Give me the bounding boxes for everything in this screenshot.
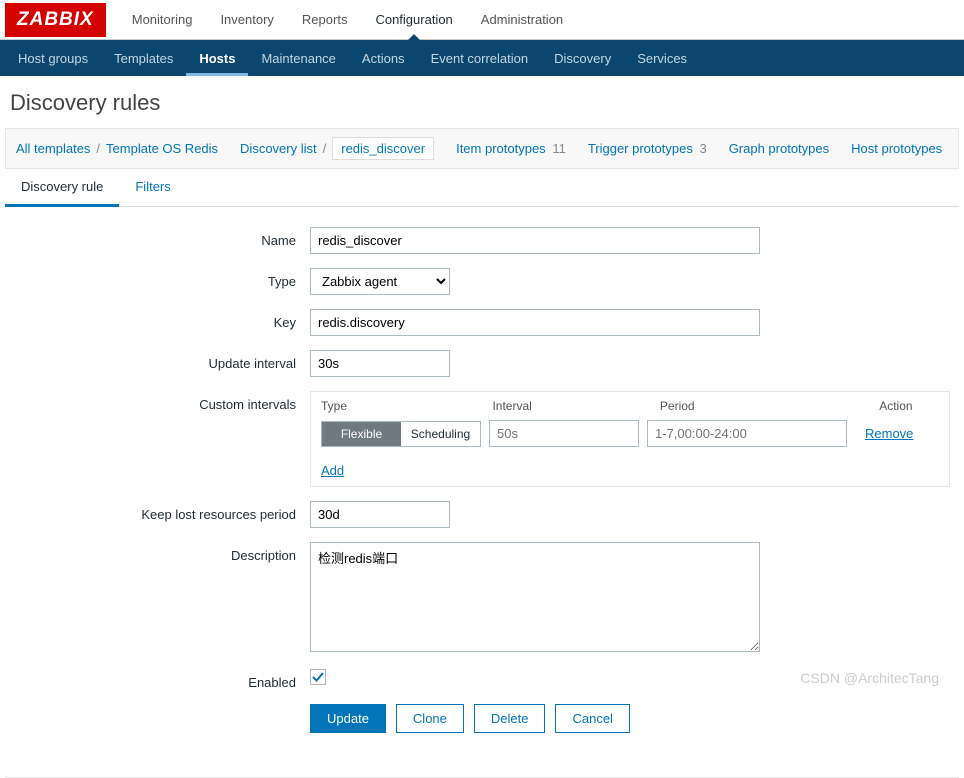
nav-inventory[interactable]: Inventory bbox=[206, 0, 287, 40]
name-input[interactable] bbox=[310, 227, 760, 254]
enabled-checkbox[interactable] bbox=[310, 669, 326, 685]
nav-reports[interactable]: Reports bbox=[288, 0, 362, 40]
label-type: Type bbox=[10, 268, 310, 289]
bc-template[interactable]: Template OS Redis bbox=[106, 141, 218, 156]
bc-host-prototypes[interactable]: Host prototypes bbox=[851, 141, 942, 156]
subnav-discovery[interactable]: Discovery bbox=[541, 40, 624, 76]
custom-intervals-table: Type Interval Period Action Flexible Sch… bbox=[310, 391, 950, 487]
subnav-actions[interactable]: Actions bbox=[349, 40, 418, 76]
update-interval-input[interactable] bbox=[310, 350, 450, 377]
add-interval-link[interactable]: Add bbox=[311, 455, 354, 486]
nav-configuration[interactable]: Configuration bbox=[361, 0, 466, 40]
bc-item-count: 11 bbox=[552, 141, 566, 156]
label-custom-intervals: Custom intervals bbox=[10, 391, 310, 412]
bc-discovery-list[interactable]: Discovery list bbox=[240, 141, 317, 156]
label-description: Description bbox=[10, 542, 310, 563]
bc-current: redis_discover bbox=[332, 137, 434, 160]
label-update-interval: Update interval bbox=[10, 350, 310, 371]
logo: ZABBIX bbox=[5, 3, 106, 37]
period-input[interactable] bbox=[647, 420, 847, 447]
page-header: Discovery rules bbox=[0, 76, 964, 128]
bc-trigger-count: 3 bbox=[699, 141, 706, 156]
subnav-eventcorrelation[interactable]: Event correlation bbox=[418, 40, 542, 76]
bc-all-templates[interactable]: All templates bbox=[16, 141, 90, 156]
bc-graph-prototypes[interactable]: Graph prototypes bbox=[729, 141, 829, 156]
keep-lost-input[interactable] bbox=[310, 501, 450, 528]
breadcrumb: All templates / Template OS Redis Discov… bbox=[5, 128, 959, 169]
remove-interval-link[interactable]: Remove bbox=[865, 426, 913, 441]
subnav-hosts[interactable]: Hosts bbox=[186, 40, 248, 76]
bc-sep: / bbox=[96, 141, 100, 156]
update-button[interactable]: Update bbox=[310, 704, 386, 733]
bc-sep: / bbox=[323, 141, 327, 156]
watermark: CSDN @ArchitecTang bbox=[800, 670, 939, 686]
top-nav: ZABBIX Monitoring Inventory Reports Conf… bbox=[0, 0, 964, 40]
sub-nav: Host groups Templates Hosts Maintenance … bbox=[0, 40, 964, 76]
ih-interval: Interval bbox=[492, 399, 659, 413]
interval-value-input[interactable] bbox=[489, 420, 639, 447]
tabs: Discovery rule Filters bbox=[5, 169, 959, 207]
label-name: Name bbox=[10, 227, 310, 248]
tab-discovery-rule[interactable]: Discovery rule bbox=[5, 169, 119, 207]
label-enabled: Enabled bbox=[10, 669, 310, 690]
subnav-templates[interactable]: Templates bbox=[101, 40, 186, 76]
ih-type: Type bbox=[321, 399, 492, 413]
bc-item-prototypes[interactable]: Item prototypes bbox=[456, 141, 546, 156]
delete-button[interactable]: Delete bbox=[474, 704, 546, 733]
subnav-maintenance[interactable]: Maintenance bbox=[248, 40, 348, 76]
form: Name Type Zabbix agent Key Update interv… bbox=[5, 207, 959, 778]
ih-period: Period bbox=[660, 399, 879, 413]
type-select[interactable]: Zabbix agent bbox=[310, 268, 450, 295]
nav-monitoring[interactable]: Monitoring bbox=[118, 0, 207, 40]
label-key: Key bbox=[10, 309, 310, 330]
page-title: Discovery rules bbox=[10, 90, 954, 116]
description-textarea[interactable]: 检测redis端口 bbox=[310, 542, 760, 652]
bc-trigger-prototypes[interactable]: Trigger prototypes bbox=[588, 141, 693, 156]
cancel-button[interactable]: Cancel bbox=[555, 704, 629, 733]
check-icon bbox=[312, 671, 324, 683]
ih-action: Action bbox=[879, 399, 939, 413]
key-input[interactable] bbox=[310, 309, 760, 336]
tab-filters[interactable]: Filters bbox=[119, 169, 186, 206]
label-keep-lost: Keep lost resources period bbox=[10, 501, 310, 522]
nav-administration[interactable]: Administration bbox=[467, 0, 577, 40]
subnav-hostgroups[interactable]: Host groups bbox=[5, 40, 101, 76]
clone-button[interactable]: Clone bbox=[396, 704, 464, 733]
subnav-services[interactable]: Services bbox=[624, 40, 700, 76]
toggle-flexible[interactable]: Flexible bbox=[322, 422, 401, 446]
toggle-scheduling[interactable]: Scheduling bbox=[401, 422, 480, 446]
interval-type-toggle: Flexible Scheduling bbox=[321, 421, 481, 447]
